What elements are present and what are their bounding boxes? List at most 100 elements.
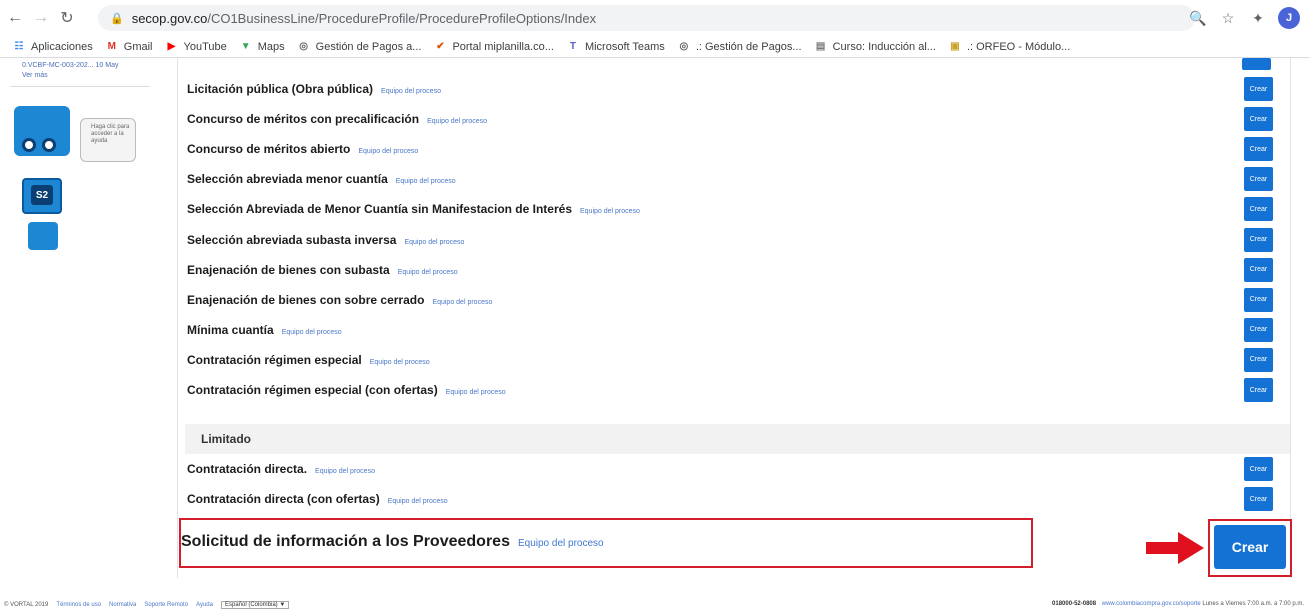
section-header-limitado: Limitado [185,424,1290,454]
crear-button[interactable]: Crear [1244,227,1273,252]
page-footer: © VORTAL 2019 Términos de uso Normativa … [0,600,1310,616]
profile-avatar[interactable]: J [1278,7,1300,29]
team-link[interactable]: Equipo del proceso [446,389,506,396]
procedure-title-text: Contratación directa. [187,462,308,476]
back-arrow-icon[interactable]: ← [4,7,26,29]
team-link[interactable]: Equipo del proceso [580,208,640,215]
team-link[interactable]: Equipo del proceso [432,299,492,306]
procedure-options-panel: Licitación pública (Obra pública) Equipo … [177,58,1292,578]
procedure-row: Selección Abreviada de Menor Cuantía sin… [178,194,1292,224]
extensions-icon[interactable]: ✦ [1246,6,1270,30]
bookmark-item[interactable]: ◎ Gestión de Pagos a... [297,40,422,54]
footer-link-normativa[interactable]: Normativa [109,602,136,608]
team-link[interactable]: Equipo del proceso [404,239,464,246]
bookmark-item[interactable]: ☷ Aplicaciones [12,40,93,54]
bookmark-label: .: ORFEO - Módulo... [966,40,1071,53]
procedure-title: Selección abreviada menor cuantía Equipo … [187,172,456,186]
browser-toolbar: ← → ↻ 🔒 secop.gov.co/CO1BusinessLine/Pro… [0,0,1310,36]
team-link[interactable]: Equipo del proceso [358,148,418,155]
team-link[interactable]: Equipo del proceso [398,269,458,276]
url-path: /CO1BusinessLine/ProcedureProfile/Proced… [207,10,597,26]
teams-icon: T [569,41,576,52]
see-more-link[interactable]: Ver más [22,72,48,79]
procedure-row: Selección abreviada menor cuantía Equipo … [178,164,1292,194]
team-link[interactable]: Equipo del proceso [518,538,604,549]
bookmark-label: YouTube [183,40,227,53]
bookmark-label: Portal miplanilla.co... [452,40,554,53]
course-icon: ▤ [815,41,826,52]
crear-highlighted-button[interactable]: Crear [1214,525,1286,569]
crear-button[interactable]: Crear [1244,167,1273,192]
crear-button[interactable]: Crear [1244,137,1273,162]
help-bot-eye-icon [42,138,56,152]
bookmark-label: Microsoft Teams [584,40,665,53]
procedure-title: Concurso de méritos abierto Equipo del pr… [187,142,418,156]
bookmark-item[interactable]: ▶ YouTube [165,40,227,54]
crear-button[interactable]: Crear [1244,487,1273,511]
crear-button[interactable]: Crear [1244,197,1273,222]
bookmark-star-icon[interactable]: ☆ [1216,6,1240,30]
team-link[interactable]: Equipo del proceso [315,468,375,475]
bookmark-item[interactable]: ▼ Maps [239,40,285,54]
language-select[interactable]: Español (Colombia) ▼ [220,601,290,609]
footer-link-remote-support[interactable]: Soporte Remoto [144,602,188,608]
bookmark-item[interactable]: ◎ .: Gestión de Pagos... [677,40,801,54]
youtube-icon: ▶ [167,41,176,52]
bookmark-item[interactable]: ✔ Portal miplanilla.co... [433,40,554,54]
crear-button[interactable]: Crear [1244,287,1273,312]
crear-button[interactable]: Crear [1244,457,1273,481]
footer-link-terms[interactable]: Términos de uso [56,602,101,608]
footer-link-help[interactable]: Ayuda [196,602,213,608]
crear-button[interactable]: Crear [1244,257,1273,282]
procedure-title: Selección abreviada subasta inversa Equip… [187,233,464,247]
bookmark-item[interactable]: T Microsoft Teams [566,40,665,54]
help-bot-eye-icon [22,138,36,152]
highlighted-title-text: Solicitud de información a los Proveedor… [181,533,510,550]
reload-icon[interactable]: ↻ [56,7,78,29]
crear-button-partial[interactable] [1242,58,1271,70]
procedure-title-text: Concurso de méritos con precalificación [187,112,420,127]
procedure-title: Contratación directa. Equipo del proceso [187,462,375,476]
procedure-row: Enajenación de bienes con sobre cerrado E… [178,285,1292,315]
procedure-title-text: Contratación directa (con ofertas) [187,492,380,506]
crear-button[interactable]: Crear [1244,77,1273,101]
url-domain: secop.gov.co [131,10,208,26]
lock-icon: 🔒 [110,12,124,25]
crear-button[interactable]: Crear [1244,107,1273,132]
orfeo-icon: ▣ [950,41,960,52]
team-link[interactable]: Equipo del proceso [396,178,456,185]
bookmark-label: Gestión de Pagos a... [315,40,422,53]
procedure-title-text: Selección abreviada menor cuantía [187,172,388,187]
team-link[interactable]: Equipo del proceso [427,118,487,125]
procedure-title-text: Enajenación de bienes con subasta [187,262,390,277]
support-link[interactable]: www.colombiacompra.gov.co/soporte [1102,601,1201,607]
bookmark-label: Aplicaciones [31,40,93,53]
team-link[interactable]: Equipo del proceso [381,88,441,95]
procedure-title-text: Concurso de méritos abierto [187,142,351,157]
crear-button[interactable]: Crear [1244,378,1273,402]
forward-arrow-icon[interactable]: → [30,7,52,29]
recent-process-link[interactable]: 0.VCBF-MC-003-202... 10 May [22,62,118,69]
crear-button[interactable]: Crear [1244,347,1273,372]
procedure-row: Concurso de méritos con precalificación E… [178,104,1292,134]
procedure-title-text: Selección Abreviada de Menor Cuantía sin… [187,202,572,217]
help-bot-base [28,222,58,250]
bookmark-item[interactable]: M Gmail [105,40,153,54]
team-link[interactable]: Equipo del proceso [282,329,342,336]
toolbar-right: 🔍 ☆ ✦ J [1180,6,1300,30]
crear-button[interactable]: Crear [1244,317,1273,342]
procedure-title: Enajenación de bienes con subasta Equipo … [187,263,458,277]
bookmarks-bar: ☷ Aplicaciones M Gmail ▶ YouTube ▼ Maps ◎ Gestión… [0,36,1310,58]
procedure-row: Selección abreviada subasta inversa Equip… [178,225,1292,255]
address-bar[interactable]: 🔒 secop.gov.co/CO1BusinessLine/Procedure… [98,5,1195,31]
help-bubble[interactable]: Haga clic para acceder a la ayuda [80,118,136,162]
bookmark-label: Maps [257,40,285,53]
procedure-title: Contratación régimen especial Equipo del … [187,353,430,367]
bookmark-item[interactable]: ▤ Curso: Inducción al... [814,40,936,54]
team-link[interactable]: Equipo del proceso [370,359,430,366]
team-link[interactable]: Equipo del proceso [388,498,448,505]
zoom-icon[interactable]: 🔍 [1186,6,1210,30]
bookmark-item[interactable]: ▣ .: ORFEO - Módulo... [948,40,1070,54]
procedure-title: Contratación régimen especial (con ofert… [187,383,506,397]
support-phone: 018000-52-0808 [1052,601,1097,607]
